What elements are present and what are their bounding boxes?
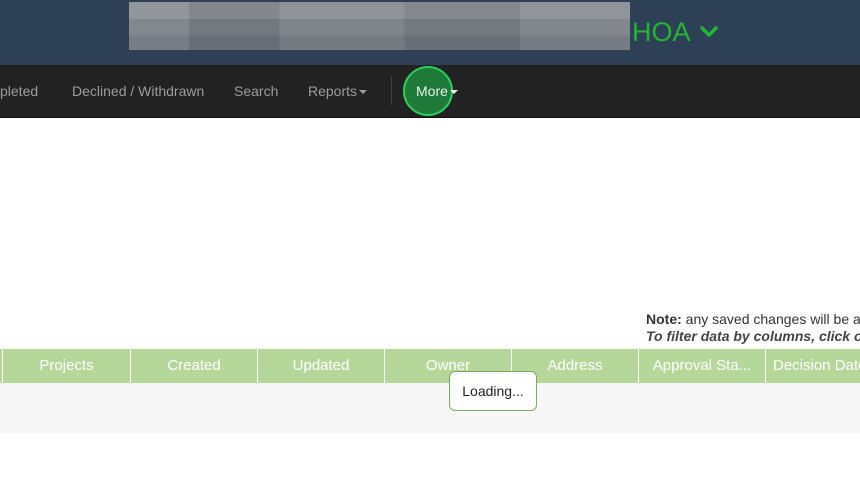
chevron-down-icon — [699, 26, 718, 37]
redacted-organization-title — [129, 2, 630, 50]
organization-switcher[interactable]: HOA — [632, 14, 719, 50]
note-panel: Note: any saved changes will be a To fil… — [646, 311, 860, 345]
filter-hint: To filter data by columns, click o — [646, 328, 860, 344]
column-header-approval-status[interactable]: Approval Sta... — [638, 349, 765, 383]
nav-item-search[interactable]: Search — [234, 65, 278, 117]
nav-item-completed[interactable]: pleted — [0, 65, 38, 117]
caret-down-icon — [359, 90, 368, 95]
loading-indicator: Loading... — [449, 371, 537, 411]
note-label: Note: — [646, 311, 682, 327]
column-header-created[interactable]: Created — [130, 349, 257, 383]
column-header-updated[interactable]: Updated — [257, 349, 384, 383]
table-header: Projects Created Updated Owner Address A… — [0, 349, 860, 383]
nav-item-declined-withdrawn[interactable]: Declined / Withdrawn — [72, 65, 204, 117]
caret-down-icon — [449, 90, 458, 95]
column-header-projects[interactable]: Projects — [2, 349, 130, 383]
note-text: any saved changes will be a — [685, 311, 860, 327]
nav-item-reports[interactable]: Reports — [308, 65, 368, 117]
organization-name: HOA — [632, 17, 691, 47]
table-body — [0, 383, 860, 433]
top-header: HOA — [0, 0, 860, 65]
nav-item-more[interactable]: More — [416, 65, 458, 117]
column-header-decision-date[interactable]: Decision Date — [765, 349, 860, 383]
nav-divider — [391, 77, 392, 105]
